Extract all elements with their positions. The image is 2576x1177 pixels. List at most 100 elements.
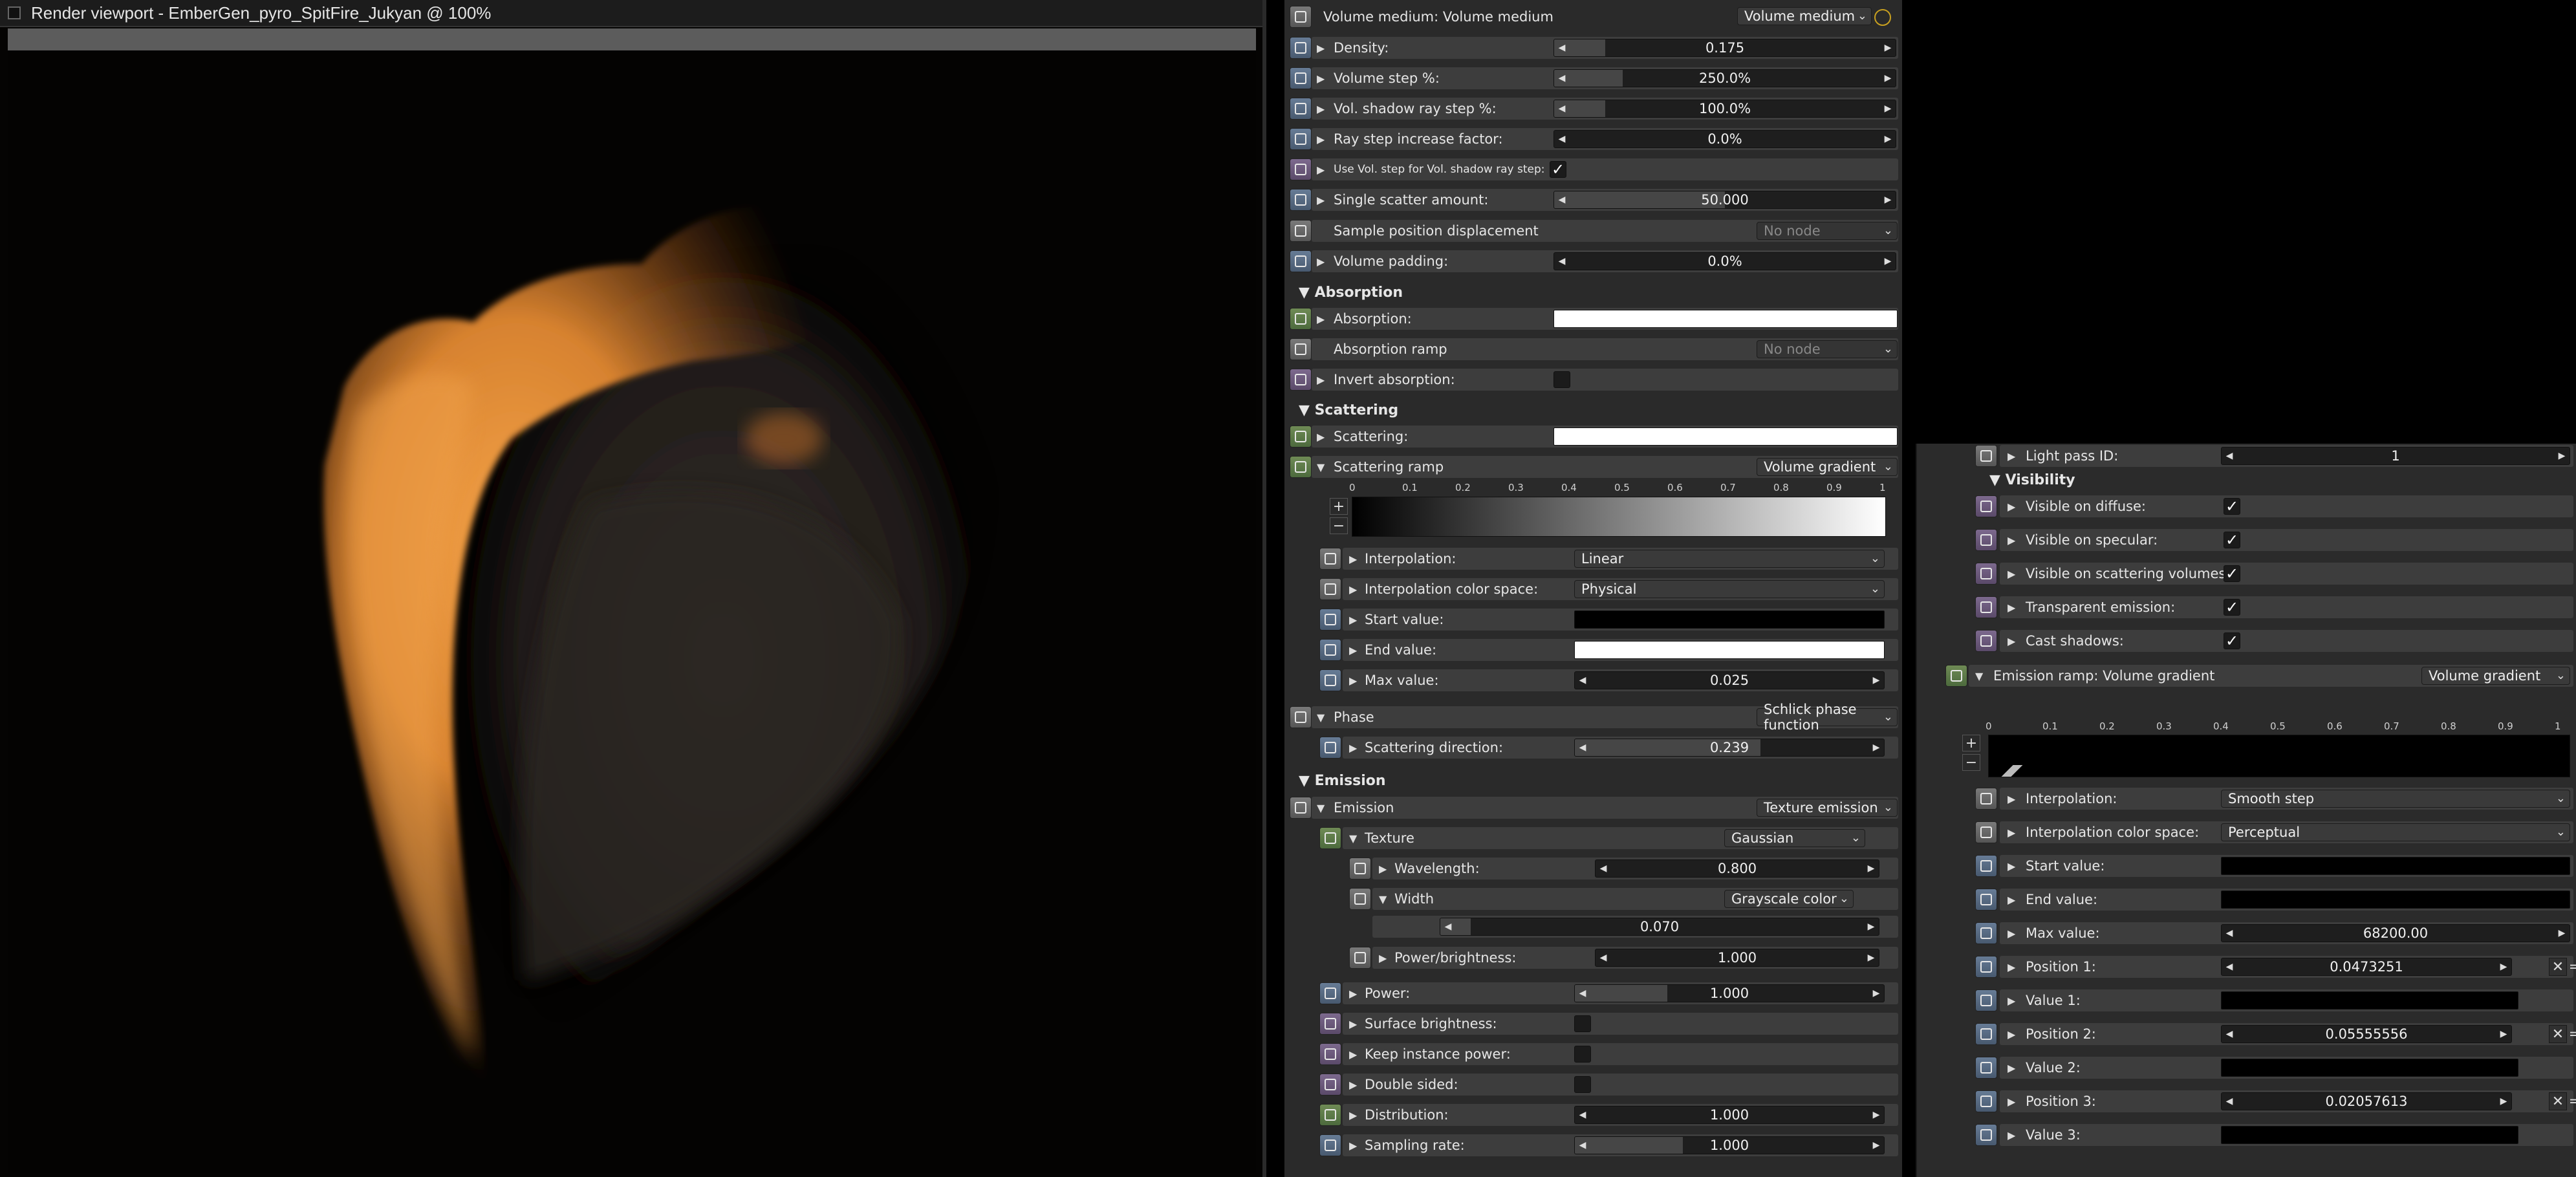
r-interp-color-space-pin-icon[interactable] bbox=[1975, 821, 1997, 843]
power-brightness-pin-icon[interactable] bbox=[1349, 947, 1371, 969]
distribution-expand-icon[interactable]: ▶ bbox=[1349, 1109, 1357, 1121]
absorption-ramp-pin-icon[interactable] bbox=[1290, 338, 1312, 360]
volume-step-pin-icon[interactable] bbox=[1290, 67, 1312, 89]
surface-brightness-pin-icon[interactable] bbox=[1319, 1013, 1341, 1035]
decrement-arrow-icon[interactable]: ◀ bbox=[1554, 39, 1570, 56]
add-stop-button[interactable]: + bbox=[1330, 498, 1348, 515]
decrement-arrow-icon[interactable]: ◀ bbox=[1554, 100, 1570, 117]
scattering-color-swatch[interactable] bbox=[1553, 427, 1898, 446]
emission-ramp-gradient[interactable] bbox=[1988, 735, 2570, 777]
decrement-arrow-icon[interactable]: ◀ bbox=[1575, 672, 1590, 689]
double-sided-expand-icon[interactable]: ▶ bbox=[1349, 1079, 1357, 1091]
r-value3-expand-icon[interactable]: ▶ bbox=[2008, 1129, 2015, 1141]
r-visible-scattering-expand-icon[interactable]: ▶ bbox=[2008, 568, 2015, 580]
equals-icon[interactable]: = bbox=[2566, 1025, 2576, 1043]
increment-arrow-icon[interactable]: ▶ bbox=[1868, 672, 1884, 689]
scattering-section-header[interactable]: ▼ Scattering bbox=[1299, 402, 1398, 418]
decrement-arrow-icon[interactable]: ◀ bbox=[1554, 253, 1570, 270]
r-start-value-color-swatch[interactable] bbox=[2221, 857, 2570, 875]
increment-arrow-icon[interactable]: ▶ bbox=[2554, 925, 2570, 942]
volume-padding-expand-icon[interactable]: ▶ bbox=[1317, 255, 1325, 268]
volume-padding-pin-icon[interactable] bbox=[1290, 250, 1312, 272]
increment-arrow-icon[interactable]: ▶ bbox=[1880, 253, 1896, 270]
keep-instance-power-pin-icon[interactable] bbox=[1319, 1043, 1341, 1065]
scattering-direction-slider[interactable]: 0.239 ◀ ▶ bbox=[1574, 739, 1885, 757]
absorption-color-swatch[interactable] bbox=[1553, 310, 1898, 328]
r-visible-diffuse-expand-icon[interactable]: ▶ bbox=[2008, 501, 2015, 513]
single-scatter-expand-icon[interactable]: ▶ bbox=[1317, 194, 1325, 206]
wavelength-pin-icon[interactable] bbox=[1349, 858, 1371, 880]
r-position3-pin-icon[interactable] bbox=[1975, 1090, 1997, 1112]
double-sided-checkbox[interactable] bbox=[1574, 1076, 1591, 1093]
use-vol-step-expand-icon[interactable]: ▶ bbox=[1317, 164, 1325, 176]
power-brightness-expand-icon[interactable]: ▶ bbox=[1379, 952, 1387, 964]
r-light-pass-id-expand-icon[interactable]: ▶ bbox=[2008, 450, 2015, 462]
r-emission-ramp-expand-icon[interactable]: ▼ bbox=[1975, 670, 1983, 682]
r-position2-expand-icon[interactable]: ▶ bbox=[2008, 1028, 2015, 1041]
r-visible-specular-pin-icon[interactable] bbox=[1975, 529, 1997, 551]
r-position3-expand-icon[interactable]: ▶ bbox=[2008, 1096, 2015, 1108]
absorption-pin-icon[interactable] bbox=[1290, 308, 1312, 330]
r-value3-color-swatch[interactable] bbox=[2221, 1126, 2518, 1144]
invert-absorption-checkbox[interactable] bbox=[1553, 371, 1570, 388]
scattering-direction-pin-icon[interactable] bbox=[1319, 737, 1341, 759]
r-visible-scattering-pin-icon[interactable] bbox=[1975, 563, 1997, 585]
phase-pin-icon[interactable] bbox=[1290, 706, 1312, 728]
absorption-expand-icon[interactable]: ▶ bbox=[1317, 313, 1325, 325]
r-value1-pin-icon[interactable] bbox=[1975, 989, 1997, 1011]
texture-pin-icon[interactable] bbox=[1319, 827, 1341, 849]
increment-arrow-icon[interactable]: ▶ bbox=[2554, 448, 2570, 464]
sampling-rate-slider[interactable]: 1.000 ◀ ▶ bbox=[1574, 1136, 1885, 1154]
interpolation-pin-icon[interactable] bbox=[1319, 548, 1341, 570]
double-sided-pin-icon[interactable] bbox=[1319, 1074, 1341, 1096]
increment-arrow-icon[interactable]: ▶ bbox=[1880, 70, 1896, 87]
vol-shadow-step-pin-icon[interactable] bbox=[1290, 98, 1312, 120]
start-value-expand-icon[interactable]: ▶ bbox=[1349, 614, 1357, 626]
absorption-section-header[interactable]: ▼ Absorption bbox=[1299, 285, 1403, 301]
interp-color-space-dropdown[interactable]: Physical ⌄ bbox=[1574, 580, 1885, 598]
r-max-value-slider[interactable]: 68200.00 ◀ ▶ bbox=[2221, 924, 2570, 942]
viewport-close-button[interactable] bbox=[8, 6, 21, 19]
wavelength-expand-icon[interactable]: ▶ bbox=[1379, 863, 1387, 875]
emission-pin-icon[interactable] bbox=[1290, 797, 1312, 819]
increment-arrow-icon[interactable]: ▶ bbox=[1863, 860, 1879, 877]
emission-expand-icon[interactable]: ▼ bbox=[1317, 802, 1325, 814]
equals-icon[interactable]: = bbox=[2566, 958, 2576, 976]
decrement-arrow-icon[interactable]: ◀ bbox=[2222, 1026, 2237, 1042]
equals-icon[interactable]: = bbox=[2566, 1092, 2576, 1110]
emission-section-header[interactable]: ▼ Emission bbox=[1299, 773, 1386, 789]
decrement-arrow-icon[interactable]: ◀ bbox=[1596, 860, 1611, 877]
r-position1-expand-icon[interactable]: ▶ bbox=[2008, 961, 2015, 973]
single-scatter-slider[interactable]: 50.000 ◀ ▶ bbox=[1553, 191, 1896, 209]
r-value1-color-swatch[interactable] bbox=[2221, 991, 2518, 1010]
distribution-pin-icon[interactable] bbox=[1319, 1104, 1341, 1126]
r-position2-slider[interactable]: 0.05555556 ◀ ▶ bbox=[2221, 1025, 2512, 1043]
increment-arrow-icon[interactable]: ▶ bbox=[1868, 1137, 1884, 1154]
density-pin-icon[interactable] bbox=[1290, 37, 1312, 59]
r-add-stop-button[interactable]: + bbox=[1962, 735, 1980, 751]
width-pin-icon[interactable] bbox=[1349, 888, 1371, 910]
r-remove-stop-button[interactable]: − bbox=[1962, 754, 1980, 771]
sample-pos-disp-dropdown[interactable]: No node ⌄ bbox=[1757, 222, 1898, 240]
end-value-pin-icon[interactable] bbox=[1319, 639, 1341, 661]
wavelength-slider[interactable]: 0.800 ◀ ▶ bbox=[1595, 859, 1879, 878]
surface-brightness-checkbox[interactable] bbox=[1574, 1015, 1591, 1032]
increment-arrow-icon[interactable]: ▶ bbox=[1868, 739, 1884, 756]
r-interpolation-expand-icon[interactable]: ▶ bbox=[2008, 793, 2015, 805]
invert-absorption-pin-icon[interactable] bbox=[1290, 369, 1312, 391]
interpolation-expand-icon[interactable]: ▶ bbox=[1349, 553, 1357, 565]
r-interp-color-space-expand-icon[interactable]: ▶ bbox=[2008, 826, 2015, 839]
scattering-direction-expand-icon[interactable]: ▶ bbox=[1349, 742, 1357, 754]
r-interp-color-space-dropdown[interactable]: Perceptual ⌄ bbox=[2221, 823, 2570, 841]
interp-color-space-pin-icon[interactable] bbox=[1319, 578, 1341, 600]
r-emission-ramp-pin-icon[interactable] bbox=[1945, 665, 1967, 687]
max-value-pin-icon[interactable] bbox=[1319, 669, 1341, 691]
r-value3-pin-icon[interactable] bbox=[1975, 1124, 1997, 1146]
r-cast-shadows-pin-icon[interactable] bbox=[1975, 630, 1997, 652]
increment-arrow-icon[interactable]: ▶ bbox=[1868, 1107, 1884, 1123]
r-start-value-pin-icon[interactable] bbox=[1975, 855, 1997, 877]
end-value-color-swatch[interactable] bbox=[1574, 641, 1885, 659]
r-transparent-emission-pin-icon[interactable] bbox=[1975, 596, 1997, 618]
ray-step-increase-pin-icon[interactable] bbox=[1290, 128, 1312, 150]
render-canvas[interactable] bbox=[8, 50, 1256, 1173]
